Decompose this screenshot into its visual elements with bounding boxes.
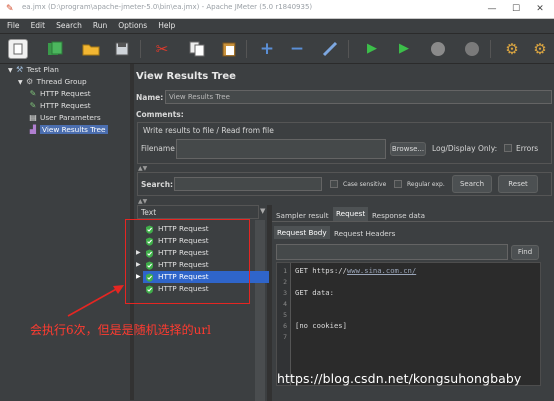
- expand-icon[interactable]: +: [257, 39, 277, 59]
- case-sensitive-label: Case sensitive: [343, 181, 387, 188]
- tab-request-headers[interactable]: Request Headers: [331, 227, 398, 240]
- line-number: 4: [283, 300, 287, 308]
- request-body-text[interactable]: 1 2 3 4 5 6 7 GET https://www.sina.com.c…: [276, 262, 541, 386]
- filename-label: Filename: [141, 144, 175, 153]
- collapse-icon[interactable]: −: [287, 39, 307, 59]
- tree-item-http-request-2[interactable]: ✎ HTTP Request: [28, 100, 91, 111]
- page-title: View Results Tree: [136, 71, 236, 82]
- open-icon[interactable]: [81, 39, 101, 59]
- regex-checkbox[interactable]: [394, 180, 402, 188]
- text-column-header: Text: [137, 205, 259, 219]
- regex-label: Regular exp.: [407, 181, 445, 188]
- name-label: Name:: [136, 93, 164, 102]
- close-button[interactable]: ✕: [528, 0, 552, 19]
- window-title: ea.jmx (D:\program\apache-jmeter-5.0\bin…: [22, 3, 313, 11]
- tab-request-body[interactable]: Request Body: [274, 226, 330, 239]
- tree-item-thread-group[interactable]: ▼ ⚙ Thread Group: [18, 76, 87, 87]
- column-menu-icon[interactable]: ▼: [260, 207, 265, 215]
- test-plan-icon: ⚒: [16, 65, 24, 74]
- tree-item-test-plan[interactable]: ▼ ⚒ Test Plan: [8, 64, 59, 75]
- line-number: 1: [283, 267, 287, 275]
- write-results-label: Write results to file / Read from file: [143, 126, 274, 135]
- shutdown-icon[interactable]: [462, 39, 482, 59]
- thread-group-icon: ⚙: [26, 77, 34, 86]
- code-line-url: GET https://www.sina.com.cn/: [295, 266, 417, 275]
- search-button[interactable]: Search: [452, 175, 492, 193]
- name-field[interactable]: View Results Tree: [165, 90, 552, 104]
- menu-search[interactable]: Search: [49, 19, 86, 30]
- menu-options[interactable]: Options: [111, 19, 151, 30]
- splitter-arrows[interactable]: ▲▼: [138, 165, 147, 172]
- jmeter-feather-icon: ✎: [6, 4, 14, 14]
- log-display-label: Log/Display Only:: [432, 144, 498, 153]
- comments-label: Comments:: [136, 110, 184, 119]
- clear-all-icon[interactable]: ⚙: [530, 39, 550, 59]
- line-number: 5: [283, 311, 287, 319]
- sampler-icon: ✎: [29, 89, 37, 98]
- write-results-section: Write results to file / Read from file F…: [137, 122, 552, 164]
- tree-item-user-parameters[interactable]: ▤ User Parameters: [28, 112, 101, 123]
- cut-icon[interactable]: ✂: [152, 39, 172, 59]
- listener-icon: ▟: [29, 125, 37, 134]
- minimize-button[interactable]: —: [480, 0, 504, 19]
- paste-icon[interactable]: [219, 39, 239, 59]
- splitter-arrows-2[interactable]: ▲▼: [138, 198, 147, 205]
- search-section: Search: Case sensitive Regular exp. Sear…: [137, 172, 552, 196]
- save-icon[interactable]: [112, 39, 132, 59]
- line-number: 2: [283, 278, 287, 286]
- line-number: 3: [283, 289, 287, 297]
- menu-file[interactable]: File: [0, 19, 24, 30]
- templates-icon[interactable]: [45, 39, 65, 59]
- search-input[interactable]: [174, 177, 322, 191]
- stop-icon[interactable]: [428, 39, 448, 59]
- tree-item-view-results-tree[interactable]: ▟ View Results Tree: [28, 124, 108, 135]
- menu-edit[interactable]: Edit: [24, 19, 50, 30]
- browse-button[interactable]: Browse...: [390, 142, 426, 156]
- test-plan-tree: ▼ ⚒ Test Plan ▼ ⚙ Thread Group ✎ HTTP Request…: [4, 64, 128, 394]
- errors-label: Errors: [516, 144, 539, 153]
- clear-icon[interactable]: ⚙: [502, 39, 522, 59]
- start-icon[interactable]: ▶: [362, 39, 382, 59]
- toggle-icon[interactable]: [320, 39, 340, 59]
- code-line-cookies: [no cookies]: [295, 321, 347, 330]
- find-button[interactable]: Find: [511, 245, 539, 260]
- errors-checkbox[interactable]: [504, 144, 512, 152]
- highlight-box: [125, 219, 250, 304]
- code-line-data: GET data:: [295, 288, 334, 297]
- watermark-text: https://blog.csdn.net/kongsuhongbaby: [277, 371, 522, 386]
- search-label: Search:: [141, 180, 174, 189]
- menu-bar: File Edit Search Run Options Help: [0, 19, 554, 34]
- new-icon[interactable]: [8, 39, 28, 59]
- start-no-pause-icon[interactable]: ▶: [394, 39, 414, 59]
- line-number: 6: [283, 322, 287, 330]
- menu-run[interactable]: Run: [86, 19, 111, 30]
- tree-item-http-request-1[interactable]: ✎ HTTP Request: [28, 88, 91, 99]
- toolbar: ✂ + − ▶ ▶ ⚙ ⚙: [0, 34, 554, 64]
- line-number: 7: [283, 333, 287, 341]
- sampler-icon: ✎: [29, 101, 37, 110]
- case-sensitive-checkbox[interactable]: [330, 180, 338, 188]
- find-input[interactable]: [276, 244, 508, 260]
- annotation-text: 会执行6次，但是是随机选择的url: [30, 323, 211, 337]
- tab-request[interactable]: Request: [333, 207, 369, 221]
- preprocessor-icon: ▤: [29, 113, 37, 122]
- reset-button[interactable]: Reset: [498, 175, 538, 193]
- window-title-bar: ✎ ea.jmx (D:\program\apache-jmeter-5.0\b…: [0, 0, 554, 19]
- copy-icon[interactable]: [187, 39, 207, 59]
- menu-help[interactable]: Help: [151, 19, 179, 30]
- maximize-button[interactable]: ☐: [504, 0, 528, 19]
- filename-field[interactable]: [176, 139, 386, 159]
